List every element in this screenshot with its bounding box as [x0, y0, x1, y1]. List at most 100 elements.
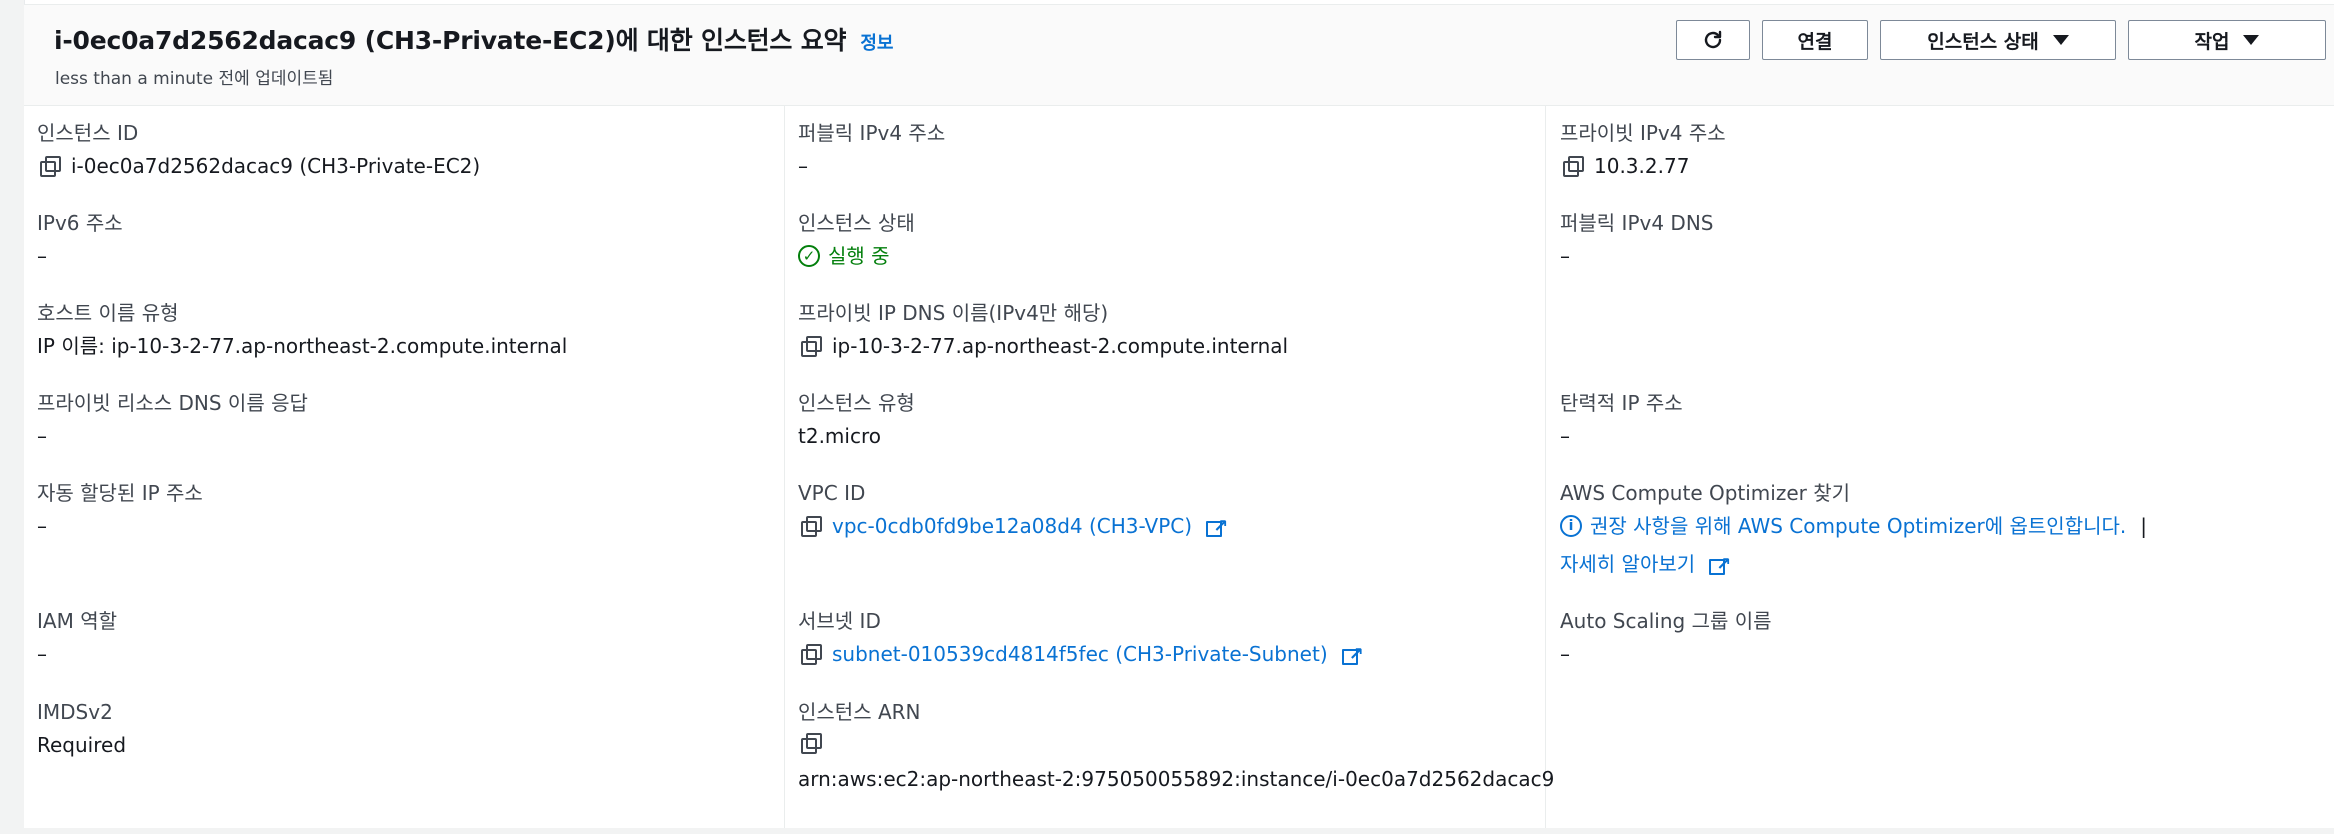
hostname-type-value: IP 이름: ip-10-3-2-77.ap-northeast-2.compu…: [37, 334, 568, 358]
header-actions: 연결 인스턴스 상태 작업: [1676, 20, 2326, 60]
actions-button-label: 작업: [2194, 30, 2230, 53]
public-ipv4-value: –: [798, 154, 808, 178]
instance-id-label: 인스턴스 ID: [37, 121, 139, 145]
iam-role-value: –: [37, 642, 47, 666]
copy-icon[interactable]: [37, 155, 61, 177]
auto-assigned-ip-label: 자동 할당된 IP 주소: [37, 481, 203, 505]
connect-button[interactable]: 연결: [1762, 20, 1868, 60]
copy-icon[interactable]: [1560, 155, 1584, 177]
ipv6-label: IPv6 주소: [37, 211, 123, 235]
instance-arn-value: arn:aws:ec2:ap-northeast-2:975050055892:…: [798, 767, 1555, 791]
details-column-3: 프라이빗 IPv4 주소 10.3.2.77 퍼블릭 IPv4 DNS – 탄력…: [1546, 106, 2306, 831]
copy-icon[interactable]: [798, 643, 822, 665]
subnet-id-label: 서브넷 ID: [798, 609, 881, 633]
elastic-ip-label: 탄력적 IP 주소: [1560, 391, 1683, 415]
instance-type-field: 인스턴스 유형 t2.micro: [798, 390, 915, 449]
instance-state-field: 인스턴스 상태 ✓ 실행 중: [798, 210, 915, 269]
instance-state-value: 실행 중: [828, 244, 890, 268]
updated-timestamp: less than a minute 전에 업데이트됨: [55, 69, 334, 89]
page-title: i-0ec0a7d2562dacac9 (CH3-Private-EC2)에 대…: [54, 26, 847, 55]
public-dns-value: –: [1560, 244, 1570, 268]
imdsv2-label: IMDSv2: [37, 700, 113, 724]
hostname-type-field: 호스트 이름 유형 IP 이름: ip-10-3-2-77.ap-northea…: [37, 300, 567, 359]
check-circle-icon: ✓: [798, 245, 820, 267]
learn-more-row: 자세히 알아보기: [1560, 551, 2147, 578]
compute-optimizer-note-row: i 권장 사항을 위해 AWS Compute Optimizer에 옵트인합니…: [1560, 513, 2147, 539]
vpc-id-field: VPC ID vpc-0cdb0fd9be12a08d4 (CH3-VPC): [798, 480, 1228, 540]
subnet-id-field: 서브넷 ID subnet-010539cd4814f5fec (CH3-Pri…: [798, 608, 1364, 668]
instance-state-button[interactable]: 인스턴스 상태: [1880, 20, 2116, 60]
compute-optimizer-note: i 권장 사항을 위해 AWS Compute Optimizer에 옵트인합니…: [1560, 513, 2147, 578]
actions-button[interactable]: 작업: [2128, 20, 2326, 60]
private-resource-dns-field: 프라이빗 리소스 DNS 이름 응답 –: [37, 390, 308, 449]
external-link-icon[interactable]: [1341, 642, 1364, 668]
copy-icon[interactable]: [798, 732, 822, 754]
imdsv2-value: Required: [37, 733, 127, 757]
left-rail: [0, 0, 25, 834]
details-column-1: 인스턴스 ID i-0ec0a7d2562dacac9 (CH3-Private…: [24, 106, 785, 831]
ipv6-field: IPv6 주소 –: [37, 210, 123, 269]
private-ipv4-field: 프라이빗 IPv4 주소 10.3.2.77: [1560, 120, 1726, 179]
copy-icon[interactable]: [798, 335, 822, 357]
iam-role-field: IAM 역할 –: [37, 608, 117, 667]
private-resource-dns-label: 프라이빗 리소스 DNS 이름 응답: [37, 391, 308, 415]
external-link-icon[interactable]: [1709, 552, 1731, 578]
private-ip-dns-label: 프라이빗 IP DNS 이름(IPv4만 해당): [798, 301, 1109, 325]
caret-down-icon: [2052, 35, 2069, 45]
panel-header: i-0ec0a7d2562dacac9 (CH3-Private-EC2)에 대…: [24, 5, 2334, 106]
elastic-ip-value: –: [1560, 424, 1570, 448]
info-icon: i: [1560, 515, 1582, 537]
instance-state-label: 인스턴스 상태: [798, 211, 915, 235]
private-ip-dns-value-row: ip-10-3-2-77.ap-northeast-2.compute.inte…: [798, 333, 1288, 359]
separator: |: [2140, 514, 2148, 538]
auto-scaling-value: –: [1560, 642, 1570, 666]
private-ipv4-value: 10.3.2.77: [1594, 154, 1690, 178]
instance-id-field: 인스턴스 ID i-0ec0a7d2562dacac9 (CH3-Private…: [37, 120, 480, 179]
refresh-icon: [1704, 30, 1722, 49]
instance-summary-panel: i-0ec0a7d2562dacac9 (CH3-Private-EC2)에 대…: [24, 4, 2334, 831]
info-link[interactable]: 정보: [860, 29, 893, 55]
learn-more-link[interactable]: 자세히 알아보기: [1560, 551, 1695, 577]
private-ip-dns-field: 프라이빗 IP DNS 이름(IPv4만 해당) ip-10-3-2-77.ap…: [798, 300, 1288, 359]
copy-icon[interactable]: [798, 515, 822, 537]
subnet-id-link[interactable]: subnet-010539cd4814f5fec (CH3-Private-Su…: [832, 641, 1328, 667]
public-ipv4-label: 퍼블릭 IPv4 주소: [798, 121, 946, 145]
instance-id-value-row: i-0ec0a7d2562dacac9 (CH3-Private-EC2): [37, 153, 480, 179]
instance-type-value: t2.micro: [798, 424, 881, 448]
instance-arn-field: 인스턴스 ARN arn:aws:ec2:ap-northeast-2:9750…: [798, 699, 1554, 792]
title-row: i-0ec0a7d2562dacac9 (CH3-Private-EC2)에 대…: [54, 21, 893, 57]
compute-optimizer-label: AWS Compute Optimizer 찾기: [1560, 481, 1851, 505]
subnet-id-value-row: subnet-010539cd4814f5fec (CH3-Private-Su…: [798, 641, 1364, 668]
vpc-id-value-row: vpc-0cdb0fd9be12a08d4 (CH3-VPC): [798, 513, 1228, 540]
public-dns-label: 퍼블릭 IPv4 DNS: [1560, 211, 1714, 235]
compute-optimizer-opt-in-link[interactable]: 권장 사항을 위해 AWS Compute Optimizer에 옵트인합니다.: [1590, 513, 2126, 539]
caret-down-icon: [2243, 35, 2260, 45]
instance-arn-label: 인스턴스 ARN: [798, 700, 921, 724]
imdsv2-field: IMDSv2 Required: [37, 699, 126, 758]
private-resource-dns-value: –: [37, 424, 47, 448]
instance-arn-copy-row: [798, 732, 1554, 754]
external-link-icon[interactable]: [1206, 514, 1228, 540]
private-ip-dns-value: ip-10-3-2-77.ap-northeast-2.compute.inte…: [832, 334, 1289, 358]
instance-type-label: 인스턴스 유형: [798, 391, 915, 415]
vpc-id-label: VPC ID: [798, 481, 866, 505]
auto-scaling-field: Auto Scaling 그룹 이름 –: [1560, 608, 1772, 667]
refresh-button[interactable]: [1676, 20, 1750, 60]
auto-assigned-ip-field: 자동 할당된 IP 주소 –: [37, 480, 203, 539]
details-column-2: 퍼블릭 IPv4 주소 – 인스턴스 상태 ✓ 실행 중 프라이빗 IP DNS…: [785, 106, 1554, 831]
ipv6-value: –: [37, 244, 47, 268]
iam-role-label: IAM 역할: [37, 609, 117, 633]
public-ipv4-field: 퍼블릭 IPv4 주소 –: [798, 120, 945, 179]
private-ipv4-value-row: 10.3.2.77: [1560, 153, 1726, 179]
compute-optimizer-field: AWS Compute Optimizer 찾기 i 권장 사항을 위해 AWS…: [1560, 480, 2147, 578]
hostname-type-label: 호스트 이름 유형: [37, 301, 179, 325]
bottom-divider: [0, 828, 2334, 834]
instance-state-value-row: ✓ 실행 중: [798, 243, 915, 269]
auto-scaling-label: Auto Scaling 그룹 이름: [1560, 609, 1772, 633]
vpc-id-link[interactable]: vpc-0cdb0fd9be12a08d4 (CH3-VPC): [832, 513, 1192, 539]
instance-id-value: i-0ec0a7d2562dacac9 (CH3-Private-EC2): [71, 154, 481, 178]
public-dns-field: 퍼블릭 IPv4 DNS –: [1560, 210, 1714, 269]
elastic-ip-field: 탄력적 IP 주소 –: [1560, 390, 1683, 449]
private-ipv4-label: 프라이빗 IPv4 주소: [1560, 121, 1726, 145]
instance-state-button-label: 인스턴스 상태: [1927, 30, 2039, 53]
